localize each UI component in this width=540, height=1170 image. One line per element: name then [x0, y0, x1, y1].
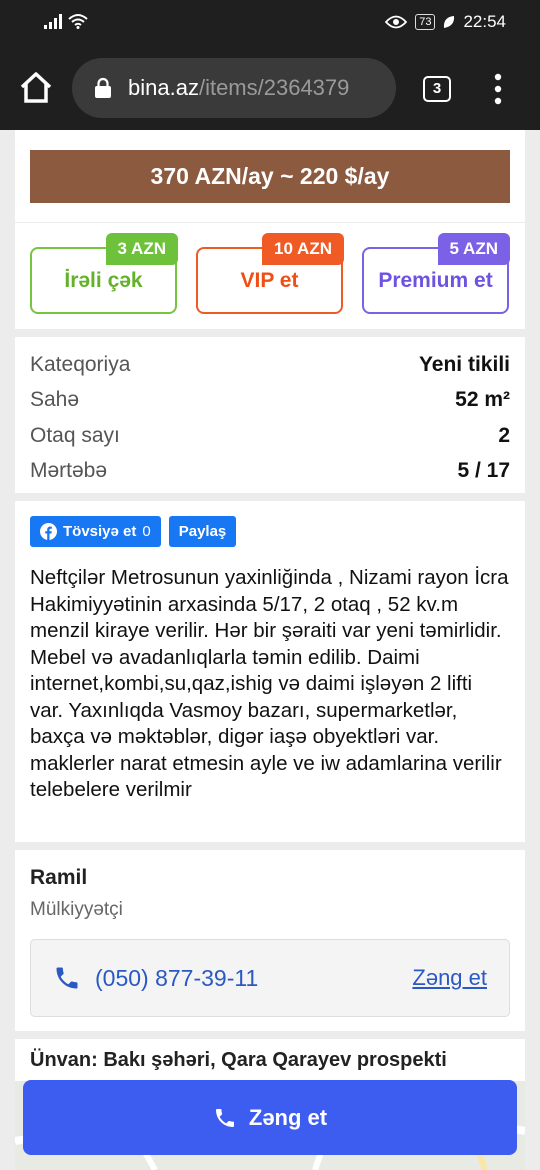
- vip-price-badge: 10 AZN: [262, 233, 344, 265]
- clock: 22:54: [463, 12, 506, 31]
- promotion-card: İrəli çək 3 AZN VIP et 10 AZN Premium et…: [15, 223, 525, 329]
- call-button[interactable]: Zəng et: [23, 1080, 517, 1155]
- price-banner: 370 AZN/ay ~ 220 $/ay: [30, 150, 510, 203]
- home-icon[interactable]: [18, 70, 54, 106]
- eye-icon: [385, 15, 408, 29]
- call-button-label: Zəng et: [248, 1104, 328, 1130]
- signal-wifi-indicators: [44, 13, 88, 29]
- property-key: Kateqoriya: [30, 352, 131, 376]
- promote-price-badge: 3 AZN: [105, 233, 178, 265]
- property-key: Otaq sayı: [30, 423, 120, 447]
- property-row-area: Sahə 52 m²: [30, 383, 510, 419]
- signal-icon: [44, 14, 62, 29]
- lock-icon: [95, 77, 111, 98]
- call-link[interactable]: Zəng et: [412, 965, 487, 991]
- promote-button[interactable]: İrəli çək 3 AZN: [30, 233, 178, 314]
- tab-switcher-button[interactable]: 3: [423, 76, 451, 102]
- share-row: Tövsiyə et 0 Paylaş: [30, 516, 510, 547]
- status-bar: 73 22:54: [0, 0, 540, 46]
- property-key: Mərtəbə: [30, 459, 108, 483]
- more-menu-icon[interactable]: [488, 72, 508, 106]
- phone-icon: [56, 967, 78, 989]
- property-value: 5 / 17: [457, 459, 510, 483]
- price-card: 370 AZN/ay ~ 220 $/ay: [15, 130, 525, 222]
- recommend-count: 0: [142, 523, 151, 540]
- browser-toolbar: bina.az/items/2364379 3: [0, 46, 540, 130]
- url-path: /items/2364379: [198, 75, 350, 100]
- phone-number[interactable]: (050) 877-39-11: [95, 965, 412, 992]
- facebook-share-button[interactable]: Paylaş: [168, 516, 237, 547]
- premium-price-badge: 5 AZN: [437, 233, 510, 265]
- property-row-rooms: Otaq sayı 2: [30, 418, 510, 454]
- owner-name: Ramil: [30, 866, 88, 889]
- address-text: Ünvan: Bakı şəhəri, Qara Qarayev prospek…: [30, 1049, 447, 1071]
- wifi-icon: [68, 14, 88, 29]
- vip-label: VIP et: [240, 268, 299, 292]
- address-bar[interactable]: bina.az/items/2364379: [72, 58, 396, 118]
- listing-description: Neftçilər Metrosunun yaxinliğinda , Niza…: [30, 566, 509, 801]
- property-value: Yeni tikili: [418, 352, 510, 376]
- promote-label: İrəli çək: [64, 268, 143, 292]
- property-row-floor: Mərtəbə 5 / 17: [30, 454, 510, 490]
- vip-button[interactable]: VIP et 10 AZN: [196, 233, 344, 314]
- property-value: 2: [498, 423, 510, 447]
- phone-box[interactable]: (050) 877-39-11 Zəng et: [30, 939, 510, 1017]
- property-key: Sahə: [30, 388, 80, 412]
- phone-icon: [215, 1108, 234, 1127]
- premium-label: Premium et: [378, 268, 493, 292]
- facebook-icon: [40, 523, 57, 540]
- owner-role: Mülkiyyətçi: [30, 899, 123, 920]
- property-row-category: Kateqoriya Yeni tikili: [30, 347, 510, 383]
- property-value: 52 m²: [455, 388, 510, 412]
- premium-button[interactable]: Premium et 5 AZN: [362, 233, 510, 314]
- facebook-recommend-button[interactable]: Tövsiyə et 0: [30, 516, 161, 547]
- leaf-icon: [444, 16, 455, 28]
- owner-card: Ramil Mülkiyyətçi (050) 877-39-11 Zəng e…: [15, 850, 525, 1031]
- recommend-label: Tövsiyə et: [63, 523, 137, 540]
- description-card: Tövsiyə et 0 Paylaş Neftçilər Metrosunun…: [15, 501, 525, 842]
- properties-card: Kateqoriya Yeni tikili Sahə 52 m² Otaq s…: [15, 337, 525, 493]
- url-host: bina.az: [128, 75, 199, 100]
- battery-level: 73: [415, 14, 436, 30]
